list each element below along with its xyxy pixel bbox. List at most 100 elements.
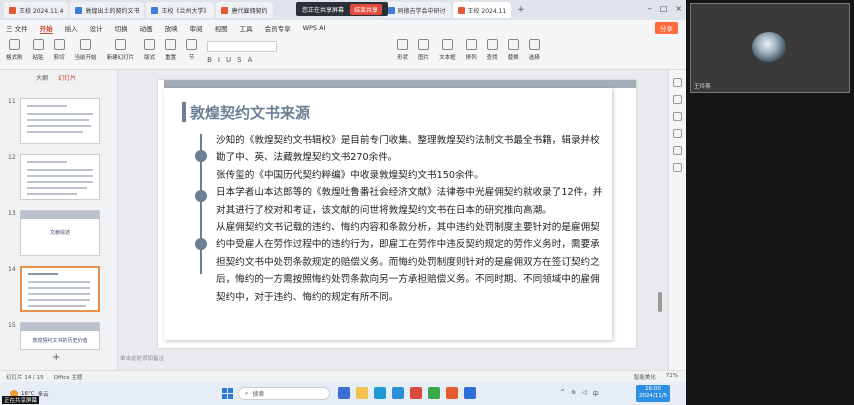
- slide-thumbnail-panel: 大纲 幻灯片 11 12 13 文献综述 14 15 敦煌契约文书的历史价值 +: [0, 70, 118, 370]
- taskbar-clock[interactable]: 16:00 2024/11/5: [636, 385, 670, 402]
- slide-thumbnail-14-selected[interactable]: 14: [8, 266, 100, 312]
- file-explorer-icon[interactable]: [356, 387, 368, 399]
- ribbon-label: 文本框: [439, 55, 456, 61]
- pinned-apps: [338, 387, 476, 399]
- wps-doc-icon: [9, 6, 16, 14]
- reset-icon: [165, 39, 177, 50]
- menu-file[interactable]: 三 文件: [6, 23, 28, 33]
- camera-preview[interactable]: 王玲燕: [690, 3, 850, 93]
- status-bar: 幻灯片 14 / 15 Office 主题 智能美化 71%: [0, 370, 686, 382]
- textbox-button[interactable]: 文本框: [439, 39, 456, 61]
- ppt-icon[interactable]: [446, 387, 458, 399]
- minimize-icon[interactable]: –: [648, 4, 652, 13]
- arrange-button[interactable]: 排列: [465, 39, 477, 61]
- menu-wps-ai[interactable]: WPS AI: [303, 24, 326, 32]
- input-method-icon[interactable]: 中: [593, 389, 599, 398]
- menu-insert[interactable]: 插入: [65, 23, 78, 33]
- menu-member[interactable]: 会员专享: [265, 23, 291, 33]
- stop-share-button[interactable]: 结束共享: [350, 3, 383, 15]
- wifi-icon[interactable]: ≋: [571, 389, 576, 398]
- shape-button[interactable]: 形状: [397, 39, 408, 61]
- section-button[interactable]: 节: [186, 39, 198, 61]
- wps-doc-icon: [221, 6, 229, 14]
- picture-icon: [418, 39, 430, 50]
- close-icon[interactable]: ×: [675, 4, 682, 13]
- settings-icon[interactable]: [673, 163, 682, 172]
- slide-title[interactable]: 敦煌契约文书来源: [190, 102, 310, 123]
- menu-view[interactable]: 视图: [215, 23, 228, 33]
- slide-thumbnail-13[interactable]: 13 文献综述: [8, 210, 100, 256]
- tab-5[interactable]: 同德吉学会中研讨: [382, 2, 451, 18]
- animation-icon[interactable]: [673, 95, 682, 104]
- tab-3[interactable]: 王校《兰州大学》: [146, 2, 215, 18]
- slide-body-textbox[interactable]: 沙知的《敦煌契约文书辑校》是目前专门收集、整理敦煌契约法制文书最全书籍，辑录并校…: [216, 132, 608, 306]
- properties-icon[interactable]: [673, 78, 682, 87]
- ribbon-label: 替换: [507, 55, 519, 61]
- underline-icon[interactable]: U: [226, 56, 231, 64]
- tab-outline[interactable]: 大纲: [36, 73, 48, 82]
- font-color-icon[interactable]: A: [248, 56, 253, 64]
- zoom-level[interactable]: 71%: [666, 373, 678, 381]
- thumbnail-title: 文献综述: [49, 230, 70, 236]
- menu-animations[interactable]: 动画: [140, 23, 153, 33]
- replace-icon: [507, 39, 519, 50]
- menu-transitions[interactable]: 切换: [115, 23, 128, 33]
- tab-slides[interactable]: 幻灯片: [58, 73, 76, 82]
- slide-canvas[interactable]: 敦煌契约文书来源 沙知的《敦煌契约文书辑校》是目前专门收集、整理敦煌契约法制文书…: [158, 80, 636, 348]
- chrome-icon[interactable]: [392, 387, 404, 399]
- chevron-up-icon[interactable]: ^: [560, 389, 565, 398]
- taskbar-search[interactable]: ⌕ 搜索: [238, 387, 330, 400]
- slide-thumbnail-11[interactable]: 11: [8, 98, 100, 144]
- tab-2[interactable]: 敦煌出土的契约文书: [70, 2, 145, 18]
- windows-start-icon[interactable]: [222, 388, 233, 399]
- strikethrough-icon[interactable]: S: [237, 56, 241, 64]
- menu-design[interactable]: 设计: [90, 23, 103, 33]
- meeting-icon[interactable]: [464, 387, 476, 399]
- timeline-dot: [195, 238, 207, 250]
- edge-icon[interactable]: [374, 387, 386, 399]
- camera-participant-name: 王玲燕: [694, 84, 711, 90]
- vertical-scrollbar[interactable]: [658, 292, 662, 312]
- share-button[interactable]: 分享: [655, 22, 678, 34]
- new-tab-icon[interactable]: +: [517, 5, 525, 15]
- tab-6-active[interactable]: 王校 2024.11: [452, 2, 512, 18]
- maximize-icon[interactable]: □: [660, 4, 668, 13]
- format-icon[interactable]: [673, 129, 682, 138]
- italic-icon[interactable]: I: [218, 56, 220, 64]
- layout-pane-icon[interactable]: [673, 146, 682, 155]
- paste-button[interactable]: 粘贴: [32, 39, 44, 61]
- wechat-icon[interactable]: [428, 387, 440, 399]
- design-icon[interactable]: [673, 112, 682, 121]
- slide-thumbnail-12[interactable]: 12: [8, 154, 100, 200]
- layout-button[interactable]: 版式: [144, 39, 155, 61]
- format-painter-icon: [8, 39, 20, 50]
- smart-beautify-button[interactable]: 智能美化: [634, 373, 656, 381]
- replace-button[interactable]: 替换: [507, 39, 519, 61]
- tab-1[interactable]: 王校 2024.11.4: [4, 2, 69, 18]
- picture-button[interactable]: 图片: [418, 39, 429, 61]
- format-painter-button[interactable]: 格式刷: [6, 39, 23, 61]
- reset-button[interactable]: 重置: [165, 39, 176, 61]
- font-family-select[interactable]: [207, 41, 278, 52]
- new-slide-button[interactable]: 新建幻灯片: [107, 39, 134, 61]
- menu-tools[interactable]: 工具: [240, 23, 253, 33]
- menu-review[interactable]: 审阅: [190, 23, 203, 33]
- select-button[interactable]: 选择: [528, 39, 540, 61]
- play-from-current-button[interactable]: 当前开始: [75, 39, 97, 61]
- search-placeholder: 搜索: [252, 391, 265, 398]
- menu-slideshow[interactable]: 放映: [165, 23, 178, 33]
- tab-4[interactable]: 唐代雇佣契约: [216, 2, 273, 18]
- slide-thumbnail-15[interactable]: 15 敦煌契约文书的历史价值: [8, 322, 100, 350]
- shape-icon: [397, 39, 409, 50]
- ribbon-label: 排列: [465, 55, 477, 61]
- bold-icon[interactable]: B: [207, 56, 212, 64]
- wps-icon[interactable]: [410, 387, 422, 399]
- volume-icon[interactable]: ◁: [582, 389, 587, 398]
- task-view-icon[interactable]: [338, 387, 350, 399]
- find-button[interactable]: 查找: [486, 39, 498, 61]
- cut-button[interactable]: 剪切: [53, 39, 65, 61]
- section-icon: [186, 39, 198, 50]
- add-slide-icon[interactable]: +: [52, 352, 60, 363]
- menu-home[interactable]: 开始: [39, 23, 53, 34]
- notes-placeholder[interactable]: 单击此处添加备注: [118, 354, 164, 362]
